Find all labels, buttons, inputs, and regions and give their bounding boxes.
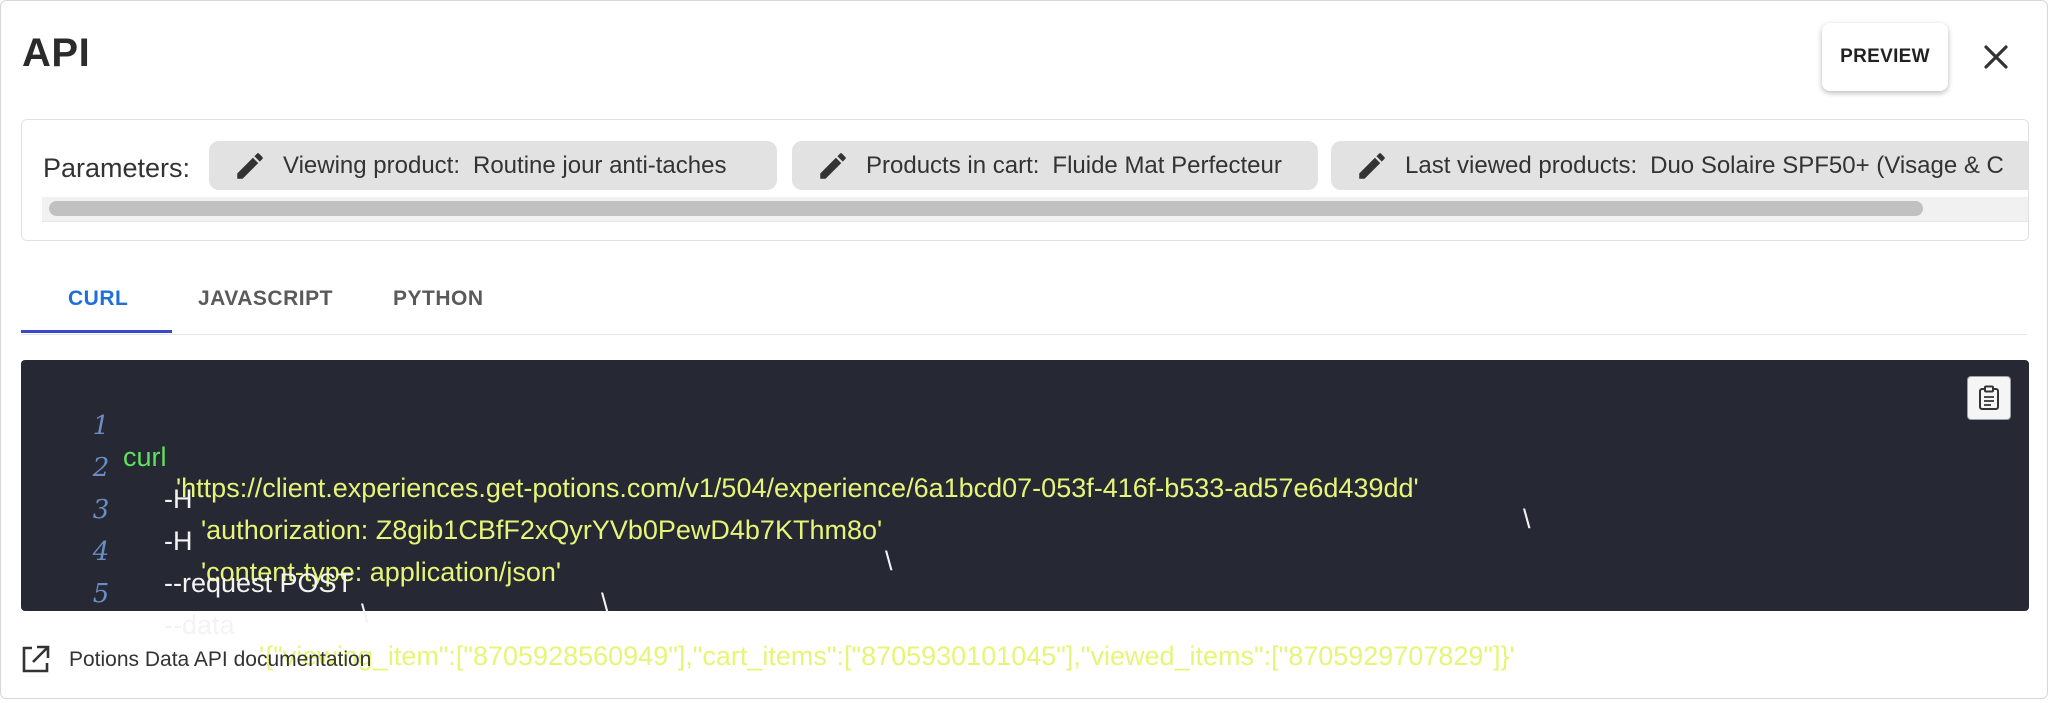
line-number: 5	[92, 579, 110, 609]
pencil-icon	[237, 152, 263, 179]
code-continuation: \	[361, 599, 369, 629]
chip-key: Products in cart:	[866, 151, 1040, 179]
code-string: 'https://client.experiences.get-potions.…	[176, 473, 1419, 503]
code-line: 4 --request POST \	[21, 506, 369, 629]
clipboard-icon	[1979, 385, 1999, 410]
code-continuation: \	[885, 546, 893, 576]
close-button[interactable]	[1976, 37, 2016, 77]
code-line: 1 curl 'https://client.experiences.get-p…	[21, 380, 1531, 534]
code-block[interactable]: 1 curl 'https://client.experiences.get-p…	[21, 360, 2029, 671]
code-flag: -H	[164, 526, 193, 556]
chip-value: Fluide Mat Perfecteur	[1052, 151, 1282, 179]
code-continuation: \	[601, 588, 609, 618]
parameters-label: Parameters:	[43, 153, 191, 183]
line-number: 1	[92, 411, 110, 441]
parameters-panel: Parameters: Viewing product: Routine jou…	[21, 119, 2029, 241]
code-flag: --request POST	[164, 568, 354, 598]
code-line: 2 -H 'authorization: Z8gib1CBfF2xQyrYVb0…	[21, 422, 893, 576]
dialog-title: API	[22, 31, 91, 75]
parameter-chip-viewing-product[interactable]: Viewing product: Routine jour anti-tache…	[209, 141, 777, 190]
active-tab-indicator	[21, 330, 172, 333]
code-flag: -H	[164, 484, 193, 514]
chip-key: Last viewed products:	[1405, 151, 1638, 179]
documentation-link-label: Potions Data API documentation	[69, 648, 372, 671]
code-string: '{"viewing_item":["8705928560949"],"cart…	[259, 641, 1515, 671]
tab-python[interactable]: PYTHON	[393, 266, 484, 332]
parameter-chip-last-viewed-products[interactable]: Last viewed products: Duo Solaire SPF50+…	[1331, 141, 2028, 190]
pencil-icon	[820, 152, 846, 179]
code-line: 5 --data '{"viewing_item":["870592856094…	[21, 548, 1515, 671]
copy-code-button[interactable]	[1967, 376, 2011, 420]
code-string: 'authorization: Z8gib1CBfF2xQyrYVb0PewD4…	[201, 515, 883, 545]
chip-value: Routine jour anti-taches	[473, 151, 727, 179]
external-link-icon	[22, 645, 50, 673]
api-documentation-link[interactable]: Potions Data API documentation	[19, 642, 371, 678]
code-line: 3 -H 'content-type: application/json' \	[21, 464, 609, 618]
pencil-icon	[1359, 152, 1385, 179]
api-dialog: API PREVIEW Parameters: Viewing product:…	[0, 0, 2048, 699]
tab-curl[interactable]: CURL	[68, 266, 128, 332]
scrollbar-thumb[interactable]	[49, 201, 1923, 216]
close-icon	[1984, 45, 2008, 69]
parameter-chip-products-in-cart[interactable]: Products in cart: Fluide Mat Perfecteur	[792, 141, 1318, 190]
tab-javascript[interactable]: JAVASCRIPT	[198, 266, 333, 332]
line-number: 3	[92, 495, 110, 525]
language-tabs: CURL JAVASCRIPT PYTHON	[21, 266, 2027, 335]
code-continuation: \	[1523, 504, 1531, 534]
chip-key: Viewing product:	[283, 151, 460, 179]
preview-button[interactable]: PREVIEW	[1822, 23, 1948, 91]
code-flag: --data	[164, 610, 235, 640]
code-command: curl	[123, 442, 167, 472]
line-number: 2	[92, 453, 110, 483]
chip-value: Duo Solaire SPF50+ (Visage & C	[1650, 151, 2004, 179]
line-number: 4	[92, 537, 110, 567]
